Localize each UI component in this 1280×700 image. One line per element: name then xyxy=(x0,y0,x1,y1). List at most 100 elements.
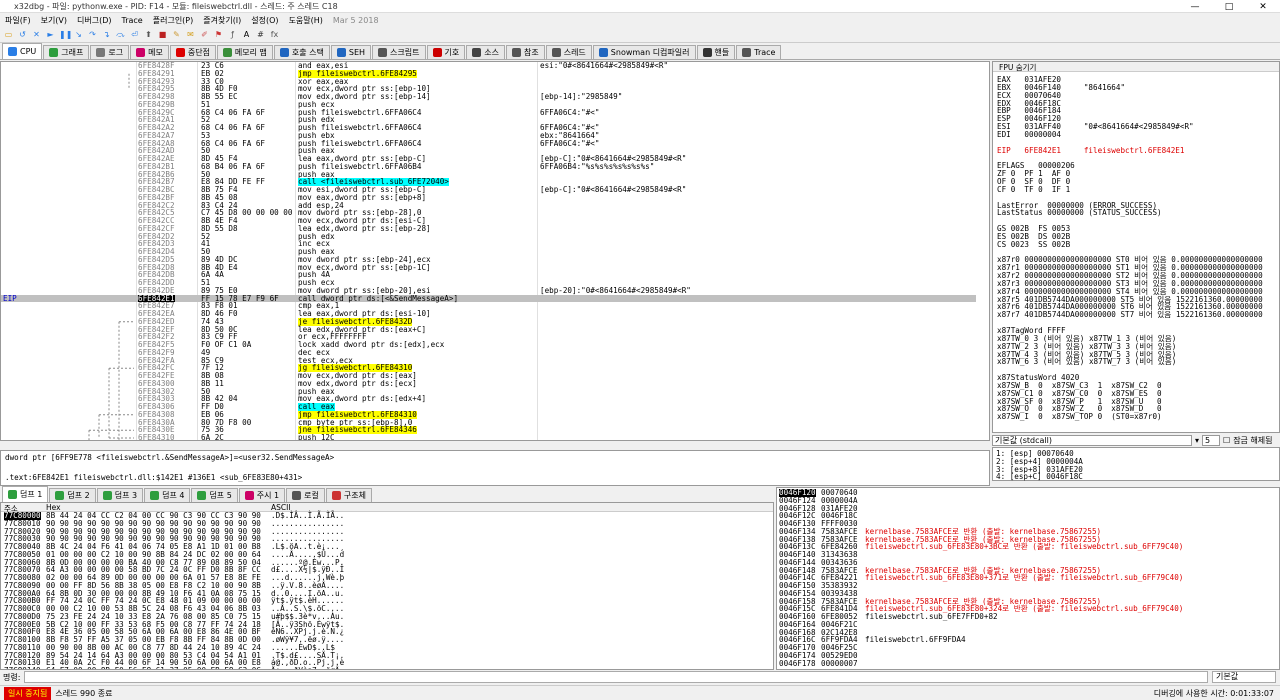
menu-trace[interactable]: Trace xyxy=(117,16,148,25)
dump-tab-icon xyxy=(55,491,65,500)
tab-icon xyxy=(742,48,752,57)
font-icon[interactable]: A xyxy=(241,29,252,40)
command-input[interactable] xyxy=(24,671,1208,683)
tab-label: 소스 xyxy=(484,48,499,57)
minimize-button[interactable]: — xyxy=(1178,0,1212,13)
tab-label: SEH xyxy=(348,48,366,57)
tab-4[interactable]: 중단점 xyxy=(169,45,216,59)
chevron-down-icon[interactable]: ▾ xyxy=(1195,436,1199,445)
tab-15[interactable]: Trace xyxy=(736,45,782,59)
run-icon[interactable]: ► xyxy=(45,29,56,40)
tab-7[interactable]: SEH xyxy=(330,45,372,59)
tab-3[interactable]: 메모 xyxy=(130,45,169,59)
close-icon[interactable]: ✕ xyxy=(31,29,42,40)
step-over-icon[interactable]: ↷ xyxy=(87,29,98,40)
registers-pane[interactable]: FPU 숨기기 EAX 031AFE20 EBX 0046F140 "864166… xyxy=(992,61,1280,433)
tab-10[interactable]: 소스 xyxy=(466,45,505,59)
hash-icon[interactable]: # xyxy=(255,29,266,40)
command-mode-select[interactable]: 기본값 xyxy=(1212,671,1276,683)
tab-9[interactable]: 기호 xyxy=(426,45,466,59)
tab-icon xyxy=(96,48,106,57)
dump-tab-5[interactable]: 덤프 5 xyxy=(191,488,238,502)
menu-plugins[interactable]: 플러그인(P) xyxy=(148,15,199,26)
dump-tab-3[interactable]: 덤프 3 xyxy=(96,488,144,502)
lock-checkbox[interactable]: ☐ xyxy=(1223,436,1230,445)
tab-label: 그래프 xyxy=(61,48,84,57)
disasm-comment: 6FFA06B4:"%s%s%s%s%s%s%s" xyxy=(540,161,655,171)
menu-favourites[interactable]: 즐겨찾기(I) xyxy=(198,15,246,26)
dump-tab-label: 덤프 2 xyxy=(67,491,90,500)
dump-tab-7[interactable]: 로컬 xyxy=(286,488,325,502)
trace-into-icon[interactable]: ↴ xyxy=(101,29,112,40)
register-line: EDI 00000004 xyxy=(997,129,1062,139)
calling-convention-bar: 기본값 (stdcall) ▾ 5 ☐ 잠금 해제됨 xyxy=(992,434,1280,446)
fx-icon[interactable]: fx xyxy=(269,29,280,40)
tab-label: 기호 xyxy=(444,48,460,57)
dump-tab-8[interactable]: 구조체 xyxy=(325,488,372,502)
tab-6[interactable]: 호출 스택 xyxy=(273,45,330,59)
disasm-comment: 6FFA06C4:"#<" xyxy=(540,138,600,148)
register-line: EIP 6FE842E1 fileiswebctrl.6FE842E1 xyxy=(997,145,1185,155)
disasm-row[interactable]: 6FE84310 6A 2C push 12C xyxy=(1,433,976,441)
dump-tab-label: 주시 1 xyxy=(256,491,280,500)
tab-0[interactable]: CPU xyxy=(2,43,43,59)
arguments-pane[interactable]: 1: [esp] 00070640 2: [esp+4] 0000004A 3: [… xyxy=(992,447,1280,481)
tab-1[interactable]: 그래프 xyxy=(43,45,90,59)
hex-dump-view[interactable]: 주소 Hex ASCII 77C80000 8B 44 24 04 CC C2 0… xyxy=(0,502,774,670)
stack-row[interactable]: 0046F178 00000007 xyxy=(777,659,1277,668)
comment-icon[interactable]: ✉ xyxy=(185,29,196,40)
maximize-button[interactable]: □ xyxy=(1212,0,1246,13)
disassembly-view[interactable]: 6FE8428F 23 C6 and eax,esi esi:"0#<8641664#… xyxy=(0,61,990,441)
fpu-toggle[interactable]: FPU 숨기기 xyxy=(993,62,1279,72)
dump-tab-6[interactable]: 주시 1 xyxy=(238,488,286,502)
tab-label: CPU xyxy=(20,47,37,56)
dump-tab-icon xyxy=(8,490,17,499)
menu-view[interactable]: 보기(V) xyxy=(36,15,72,26)
dump-tab-4[interactable]: 덤프 4 xyxy=(144,488,191,502)
pause-icon[interactable]: ❚❚ xyxy=(59,29,72,40)
menu-file[interactable]: 파일(F) xyxy=(0,15,36,26)
stack-view[interactable]: 0046F120 00070640 0046F124 0000004A 0046F128… xyxy=(776,487,1280,670)
tab-8[interactable]: 스크립트 xyxy=(372,45,426,59)
patch-icon[interactable]: ✎ xyxy=(171,29,182,40)
tab-11[interactable]: 참조 xyxy=(505,45,545,59)
dump-tab-label: 로컬 xyxy=(304,491,319,500)
tab-5[interactable]: 메모리 맵 xyxy=(216,45,273,59)
tab-icon xyxy=(279,48,289,57)
tab-label: 호출 스택 xyxy=(291,48,324,57)
run-to-user-code-icon[interactable]: ⬆ xyxy=(143,29,154,40)
label-icon[interactable]: ✐ xyxy=(199,29,210,40)
disasm-address: 6FE84310 xyxy=(138,433,175,441)
tab-2[interactable]: 로그 xyxy=(90,45,130,59)
menu-debug[interactable]: 디버그(D) xyxy=(72,15,116,26)
function-icon[interactable]: ƒ xyxy=(227,29,238,40)
dump-tab-label: 덤프 1 xyxy=(20,490,43,499)
disasm-bytes: 68 C4 06 FA 6F xyxy=(201,138,266,148)
dump-tab-2[interactable]: 덤프 2 xyxy=(49,488,96,502)
calling-convention-select[interactable]: 기본값 (stdcall) xyxy=(992,434,1192,446)
menu-options[interactable]: 설정(O) xyxy=(246,15,283,26)
menu-help[interactable]: 도움말(H) xyxy=(284,15,328,26)
step-into-icon[interactable]: ↘ xyxy=(73,29,84,40)
disasm-comment: [ebp-C]:"0#<8641664#<2985849#<R" xyxy=(540,185,687,194)
info-line-2: .text:6FE842E1 fileiswebctrl.dll:$142E1 … xyxy=(5,472,303,482)
close-window-button[interactable]: ✕ xyxy=(1246,0,1280,13)
dump-tab-icon xyxy=(197,491,207,500)
stop-icon[interactable]: ■ xyxy=(157,29,168,40)
register-line: CS 0023 SS 002B xyxy=(997,239,1071,249)
tab-14[interactable]: 핸들 xyxy=(696,45,736,59)
restart-icon[interactable]: ↺ xyxy=(17,29,28,40)
tab-13[interactable]: Snowman 디컴파일러 xyxy=(592,45,696,59)
arg-count-spinner[interactable]: 5 xyxy=(1202,434,1221,446)
dump-tab-1[interactable]: 덤프 1 xyxy=(2,486,49,502)
info-line-1: dword ptr [6FF9E778 <fileiswebctrl.&Send… xyxy=(5,453,335,462)
open-icon[interactable]: ▭ xyxy=(3,29,14,40)
bookmark-icon[interactable]: ⚑ xyxy=(213,29,224,40)
execute-till-return-icon[interactable]: ⏎ xyxy=(129,29,140,40)
trace-over-icon[interactable]: ⤼ xyxy=(115,29,126,40)
tab-icon xyxy=(136,48,146,57)
stack-comment: fileiswebctrl.6FF9FDA4 xyxy=(865,635,966,645)
dump-tab-icon xyxy=(102,491,112,500)
tab-12[interactable]: 스레드 xyxy=(545,45,592,59)
stack-comment: fileiswebctrl.sub_6FE83E80+3BC로 반환 (출발: … xyxy=(865,542,1184,552)
